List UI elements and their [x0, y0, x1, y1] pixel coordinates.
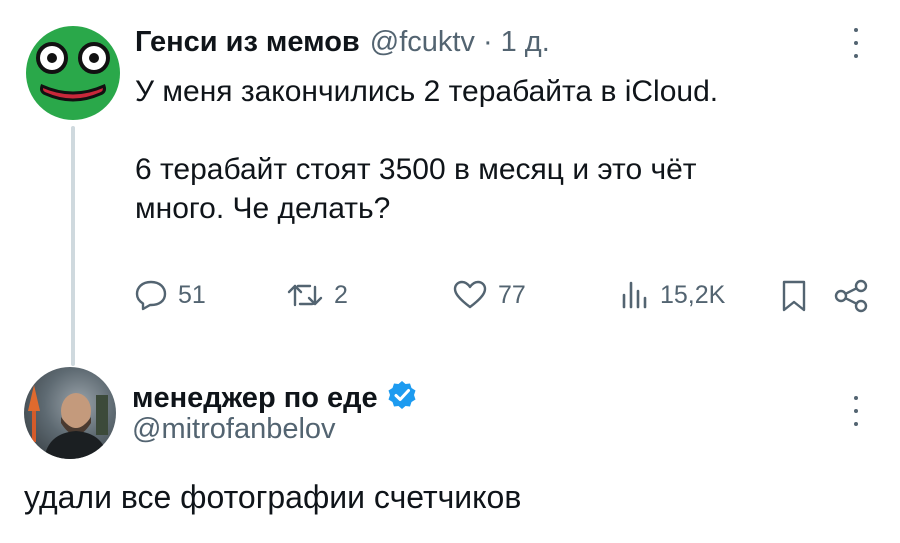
verified-badge-icon [388, 381, 416, 409]
tweet-timestamp[interactable]: 1 д. [501, 26, 550, 59]
tweet-header: Генси из мемов @fcuktv · 1 д. [135, 26, 550, 59]
views-count: 15,2K [660, 280, 726, 309]
share-nodes-icon [834, 279, 868, 313]
like-count: 77 [498, 280, 526, 309]
views-button[interactable]: 15,2K [618, 279, 725, 311]
tweet-text: У меня закончились 2 терабайта в iCloud.… [135, 75, 719, 225]
reply-author-handle[interactable]: @mitrofanbelov [132, 413, 336, 446]
reply-handle-row: @mitrofanbelov [132, 413, 336, 446]
person-photo-icon [28, 385, 108, 459]
vertical-dots-icon [854, 28, 858, 32]
frog-face-icon [36, 42, 110, 102]
author-avatar[interactable] [26, 26, 120, 120]
reply-text: удали все фотографии счетчиков [24, 479, 522, 515]
thread-line [71, 126, 75, 366]
author-handle[interactable]: @fcuktv [370, 26, 475, 59]
reply-author-avatar[interactable] [24, 367, 116, 459]
heart-icon [453, 280, 487, 309]
author-name[interactable]: Генси из мемов [135, 26, 360, 59]
bookmark-icon [782, 280, 806, 312]
tweet-more-button[interactable] [849, 28, 863, 58]
reply-header: менеджер по еде [132, 375, 418, 415]
reply-count: 51 [178, 280, 206, 309]
retweet-arrows-icon [287, 284, 323, 307]
speech-bubble-icon [135, 280, 167, 311]
share-button[interactable] [832, 279, 870, 313]
like-button[interactable]: 77 [452, 279, 526, 311]
reply-author-name[interactable]: менеджер по еде [132, 382, 378, 415]
bookmark-button[interactable] [780, 279, 808, 313]
retweet-button[interactable]: 2 [286, 279, 348, 311]
separator-dot: · [482, 26, 493, 58]
retweet-count: 2 [334, 280, 348, 309]
reply-button[interactable]: 51 [134, 279, 206, 311]
vertical-dots-icon [854, 396, 858, 400]
reply-more-button[interactable] [849, 396, 863, 426]
bar-chart-icon [622, 281, 647, 309]
